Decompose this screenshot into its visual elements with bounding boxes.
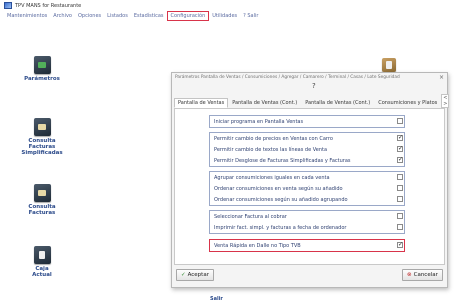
option-checkbox[interactable]: ✓ <box>397 157 403 163</box>
desktop-shortcut-parametros[interactable]: Parámetros <box>12 56 72 82</box>
desktop-label-salir[interactable]: Salir <box>210 296 223 302</box>
menu-opciones[interactable]: Opciones <box>75 12 104 20</box>
option-checkbox[interactable] <box>397 174 403 180</box>
menu-salir[interactable]: ? Salir <box>240 12 261 20</box>
menu-listados[interactable]: Listados <box>104 12 131 20</box>
menu-utilidades[interactable]: Utilidades <box>209 12 240 20</box>
option-checkbox[interactable]: ✓ <box>397 242 403 248</box>
option-row[interactable]: Iniciar programa en Pantalla Ventas <box>210 116 404 127</box>
option-checkbox[interactable] <box>397 196 403 202</box>
option-checkbox[interactable]: ✓ <box>397 146 403 152</box>
option-label: Permitir cambio de textos las líneas de … <box>214 146 328 153</box>
menu-bar: Mantenimientos Archivo Opciones Listados… <box>0 11 457 21</box>
desktop-shortcut-consulta-facturas-simplificadas[interactable]: Consulta Facturas Simplificadas <box>12 118 72 156</box>
accept-button[interactable]: ✓ Aceptar <box>176 269 214 281</box>
option-checkbox[interactable] <box>397 118 403 124</box>
option-label: Seleccionar Factura al cobrar <box>214 213 287 220</box>
cash-register-icon <box>33 246 51 264</box>
option-row[interactable]: Imprimir fact. simpl. y facturas a fecha… <box>210 222 404 233</box>
desktop-label: Caja Actual <box>32 266 52 278</box>
option-checkbox[interactable] <box>397 185 403 191</box>
tab-scroll-arrows[interactable]: < > <box>441 94 450 108</box>
option-label: Venta Rápida en Dalle no Tipo TVB <box>214 242 301 249</box>
desktop-shortcut-right[interactable] <box>379 58 399 72</box>
parameters-dialog: Parámetros Pantalla de Ventas / Consumic… <box>171 72 450 288</box>
option-label: Ordenar consumiciones en venta según su … <box>214 185 343 192</box>
tab-pantalla-de-ventas-cont-2[interactable]: Pantalla de Ventas (Cont.) <box>301 98 374 108</box>
option-row[interactable]: Permitir Desglose de Facturas Simplifica… <box>210 155 404 166</box>
option-label: Permitir cambio de precios en Ventas con… <box>214 135 333 142</box>
tab-pantalla-de-ventas-cont-1[interactable]: Pantalla de Ventas (Cont.) <box>228 98 301 108</box>
menu-archivo[interactable]: Archivo <box>50 12 75 20</box>
desktop-label: Parámetros <box>24 76 60 82</box>
menu-mantenimientos[interactable]: Mantenimientos <box>4 12 50 20</box>
cancel-button[interactable]: ⊗ Cancelar <box>402 269 443 281</box>
shortcut-icon <box>382 58 396 72</box>
desktop-shortcut-caja-actual[interactable]: Caja Actual <box>12 246 72 278</box>
option-row[interactable]: Venta Rápida en Dalle no Tipo TVB ✓ <box>210 240 404 251</box>
dialog-titlebar: Parámetros Pantalla de Ventas / Consumic… <box>172 73 447 93</box>
desktop-label: Consulta Facturas <box>28 204 56 216</box>
option-row[interactable]: Agrupar consumiciones iguales en cada ve… <box>210 172 404 183</box>
option-checkbox[interactable] <box>397 224 403 230</box>
close-icon[interactable]: × <box>439 74 444 81</box>
accept-label: Aceptar <box>187 272 209 278</box>
option-label: Ordenar consumiciones según su añadido a… <box>214 196 348 203</box>
option-label: Agrupar consumiciones iguales en cada ve… <box>214 174 330 181</box>
help-icon[interactable]: ? <box>312 82 316 90</box>
parameters-icon <box>33 56 51 74</box>
tab-consumiciones-y-platos[interactable]: Consumiciones y Platos <box>374 98 441 108</box>
invoices-icon <box>33 184 51 202</box>
invoices-simplified-icon <box>33 118 51 136</box>
tab-pantalla-de-ventas[interactable]: Pantalla de Ventas <box>174 98 229 108</box>
option-group: Seleccionar Factura al cobrar Imprimir f… <box>209 210 405 234</box>
option-row[interactable]: Permitir cambio de textos las líneas de … <box>210 144 404 155</box>
menu-estadisticas[interactable]: Estadísticas <box>131 12 167 20</box>
menu-configuracion[interactable]: Configuración <box>166 11 210 21</box>
option-row[interactable]: Seleccionar Factura al cobrar <box>210 211 404 222</box>
option-row[interactable]: Permitir cambio de precios en Ventas con… <box>210 133 404 144</box>
desktop-shortcut-consulta-facturas[interactable]: Consulta Facturas <box>12 184 72 216</box>
check-icon: ✓ <box>181 272 186 278</box>
option-group: Iniciar programa en Pantalla Ventas <box>209 115 405 128</box>
option-row[interactable]: Ordenar consumiciones en venta según su … <box>210 183 404 194</box>
cancel-icon: ⊗ <box>407 272 412 278</box>
option-group-highlighted: Venta Rápida en Dalle no Tipo TVB ✓ <box>209 239 405 252</box>
option-checkbox[interactable]: ✓ <box>397 135 403 141</box>
cancel-label: Cancelar <box>413 272 438 278</box>
option-label: Permitir Desglose de Facturas Simplifica… <box>214 157 351 164</box>
option-group: Agrupar consumiciones iguales en cada ve… <box>209 171 405 206</box>
desktop-label: Consulta Facturas Simplificadas <box>21 138 63 156</box>
option-checkbox[interactable] <box>397 213 403 219</box>
option-row[interactable]: Ordenar consumiciones según su añadido a… <box>210 194 404 205</box>
app-title: TPV MANS for Restaurante <box>15 2 82 9</box>
dialog-tabs: Pantalla de Ventas Pantalla de Ventas (C… <box>174 94 450 108</box>
app-icon <box>4 2 12 9</box>
dialog-title: Parámetros Pantalla de Ventas / Consumic… <box>175 75 400 80</box>
option-label: Iniciar programa en Pantalla Ventas <box>214 118 304 125</box>
tab-panel: Iniciar programa en Pantalla Ventas Perm… <box>174 108 445 265</box>
option-group: Permitir cambio de precios en Ventas con… <box>209 132 405 167</box>
option-label: Imprimir fact. simpl. y facturas a fecha… <box>214 224 347 231</box>
app-titlebar: TPV MANS for Restaurante <box>0 0 457 11</box>
